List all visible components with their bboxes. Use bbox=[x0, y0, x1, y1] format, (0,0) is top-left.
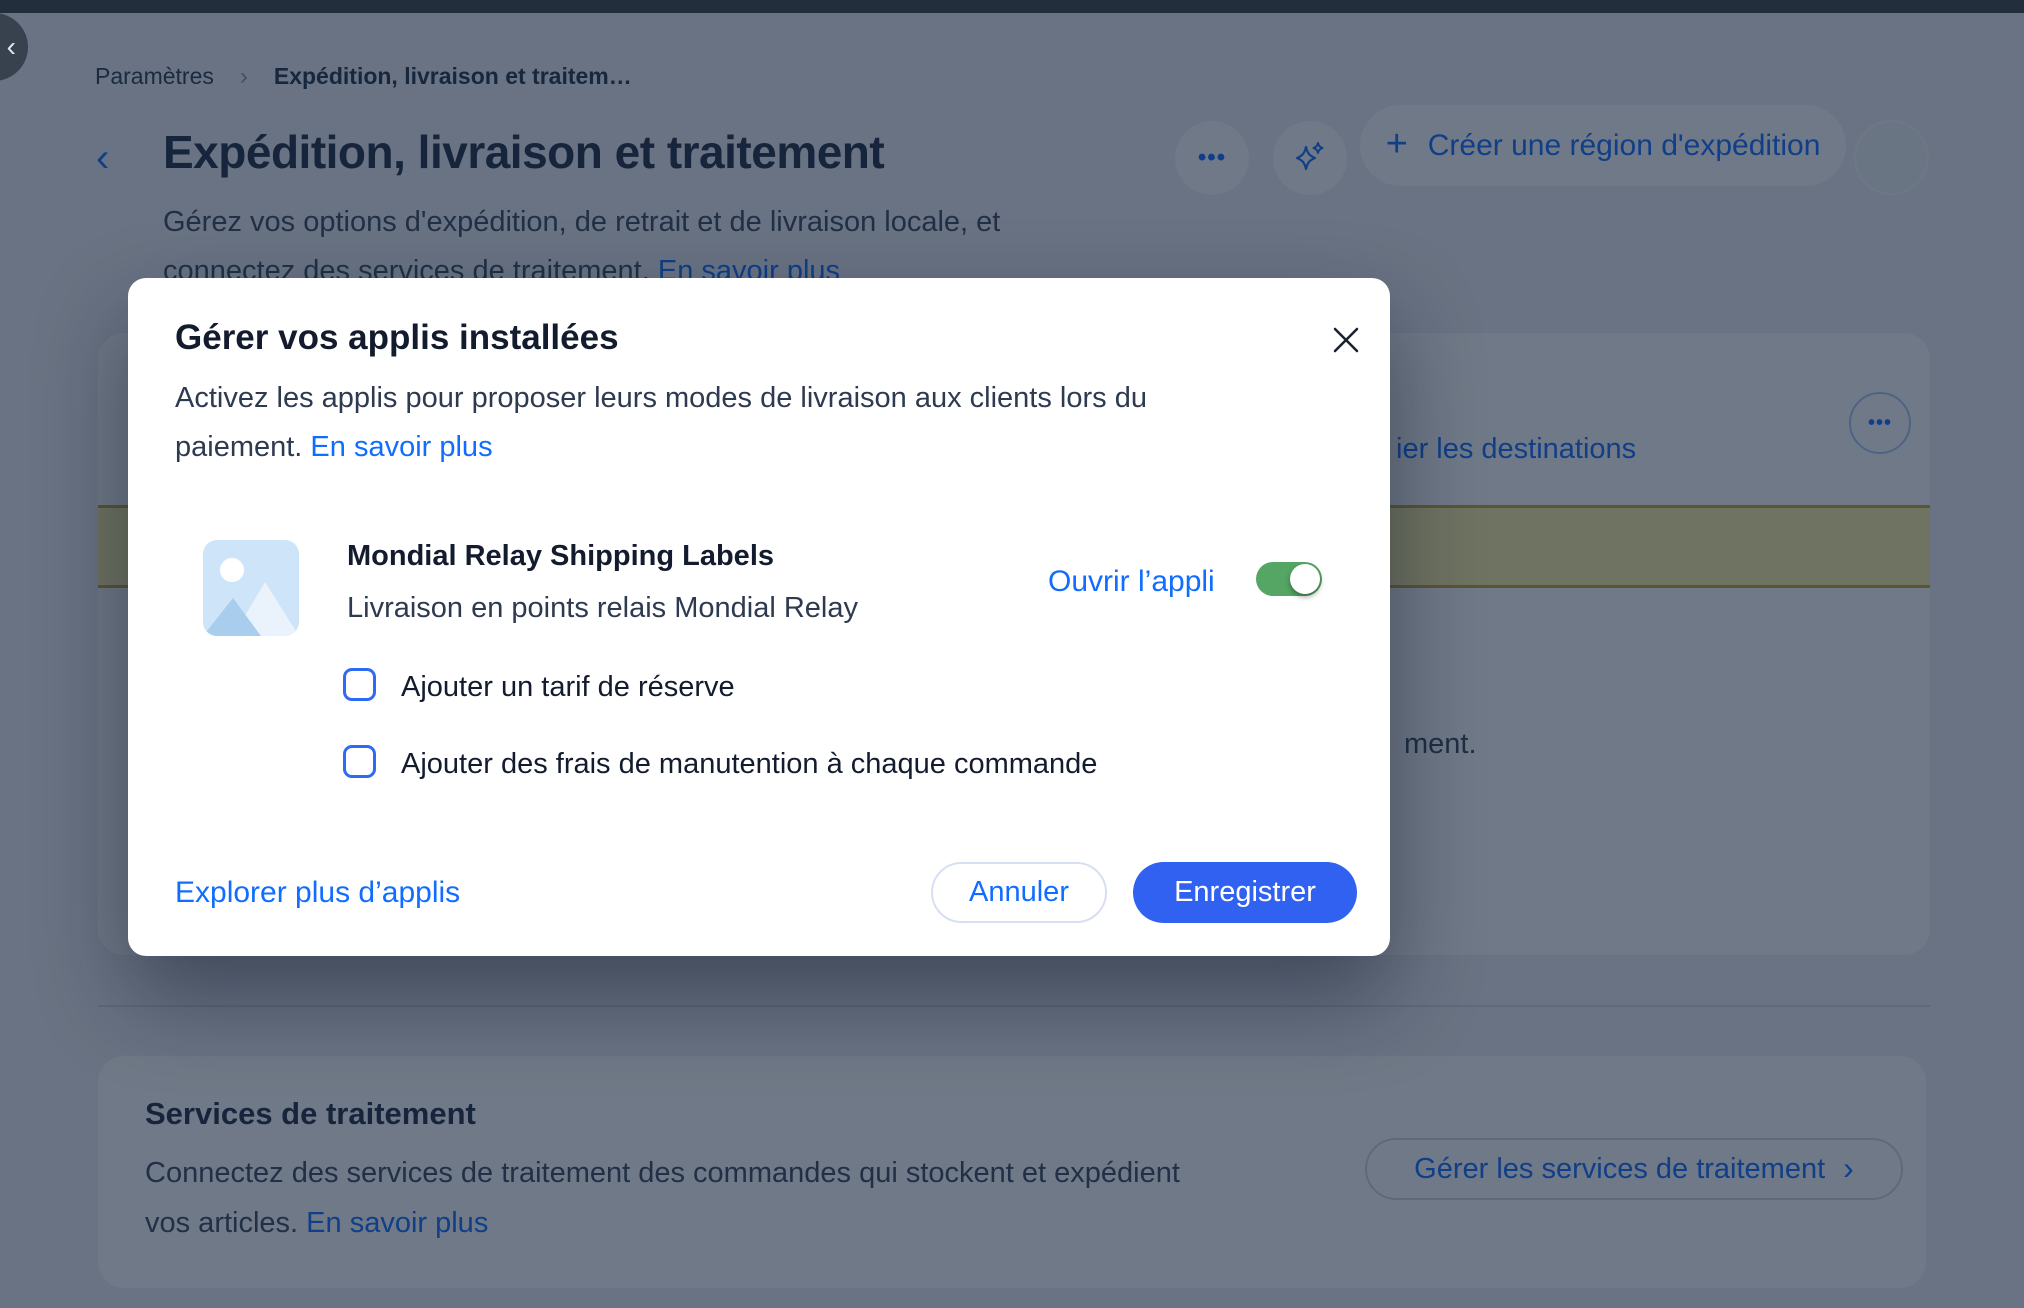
app-enabled-toggle[interactable] bbox=[1256, 562, 1322, 596]
explore-apps-link[interactable]: Explorer plus d’applis bbox=[175, 876, 460, 910]
modal-close-button[interactable] bbox=[1318, 312, 1374, 368]
window-top-bar bbox=[0, 0, 2024, 13]
toggle-knob bbox=[1290, 564, 1320, 594]
app-thumbnail bbox=[203, 540, 299, 636]
app-subtitle: Livraison en points relais Mondial Relay bbox=[347, 592, 858, 625]
collapse-chevron-icon: ‹ bbox=[7, 33, 16, 61]
app-name: Mondial Relay Shipping Labels bbox=[347, 540, 774, 573]
modal-learn-more-link[interactable]: En savoir plus bbox=[310, 431, 492, 463]
backup-rate-checkbox[interactable] bbox=[343, 668, 376, 701]
handling-fee-checkbox[interactable] bbox=[343, 745, 376, 778]
modal-description: Activez les applis pour proposer leurs m… bbox=[175, 374, 1325, 472]
save-button[interactable]: Enregistrer bbox=[1133, 862, 1357, 923]
backup-rate-label: Ajouter un tarif de réserve bbox=[401, 671, 735, 704]
manage-apps-modal: Gérer vos applis installées Activez les … bbox=[128, 278, 1390, 956]
cancel-button[interactable]: Annuler bbox=[931, 862, 1107, 923]
image-placeholder-icon bbox=[203, 540, 299, 636]
open-app-link[interactable]: Ouvrir l’appli bbox=[1048, 565, 1215, 599]
handling-fee-label: Ajouter des frais de manutention à chaqu… bbox=[401, 748, 1097, 781]
settings-page: Paramètres›Expédition, livraison et trai… bbox=[0, 0, 2024, 1308]
modal-title: Gérer vos applis installées bbox=[175, 318, 619, 358]
close-icon bbox=[1331, 325, 1361, 355]
